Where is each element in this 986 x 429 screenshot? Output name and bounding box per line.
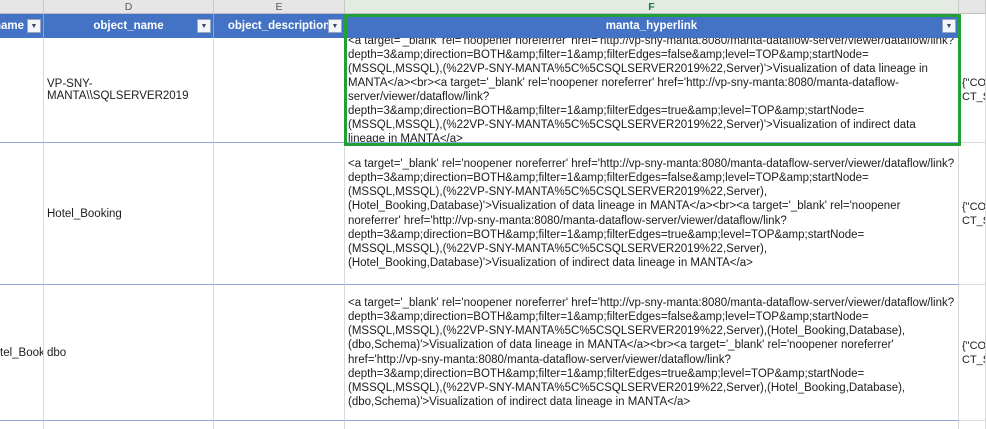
cell-c4[interactable]: tel_Book: [0, 285, 44, 421]
table-row-partial: [0, 421, 986, 429]
column-letter-g[interactable]: [959, 0, 986, 14]
cell-c3[interactable]: [0, 143, 44, 285]
column-letter-c[interactable]: [0, 0, 44, 14]
cell-f2-manta-hyperlink[interactable]: <a target='_blank' rel='noopener norefer…: [345, 38, 959, 143]
filter-dropdown-icon[interactable]: ▼: [27, 19, 41, 33]
filter-dropdown-icon[interactable]: ▼: [328, 19, 342, 33]
cell-f3-manta-hyperlink[interactable]: <a target='_blank' rel='noopener norefer…: [345, 143, 959, 285]
cell-c5[interactable]: [0, 421, 44, 429]
header-cell-object-name[interactable]: object_name ▼: [44, 14, 214, 38]
cell-g3[interactable]: {"CON CT_SC: [959, 143, 986, 285]
cell-e2-object-description[interactable]: [214, 38, 345, 143]
header-cell-g[interactable]: [959, 14, 986, 38]
table-row: Hotel_Booking <a target='_blank' rel='no…: [0, 143, 986, 285]
cell-f5[interactable]: [345, 421, 959, 429]
header-cell-manta-hyperlink[interactable]: manta_hyperlink ▼: [345, 14, 959, 38]
cell-d5[interactable]: [44, 421, 214, 429]
column-letter-f[interactable]: F: [345, 0, 959, 14]
table-header-row: name ▼ object_name ▼ object_description …: [0, 14, 986, 38]
cell-text: {"CON CT_SC: [962, 76, 986, 104]
header-label-manta-hyperlink: manta_hyperlink: [606, 20, 697, 32]
cell-c2[interactable]: [0, 38, 44, 143]
filter-dropdown-icon[interactable]: ▼: [197, 19, 211, 33]
header-label-object-description: object_description: [228, 20, 330, 32]
cell-g5[interactable]: [959, 421, 986, 429]
table-row: tel_Book dbo <a target='_blank' rel='noo…: [0, 285, 986, 421]
cell-f4-manta-hyperlink[interactable]: <a target='_blank' rel='noopener norefer…: [345, 285, 959, 421]
cell-e4-object-description[interactable]: [214, 285, 345, 421]
cell-d2-object-name[interactable]: VP-SNY-MANTA\\SQLSERVER2019: [44, 38, 214, 143]
cell-e5[interactable]: [214, 421, 345, 429]
cell-g2[interactable]: {"CON CT_SC: [959, 38, 986, 143]
header-label-object-name: object_name: [93, 20, 163, 32]
cell-d4-object-name[interactable]: dbo: [44, 285, 214, 421]
cell-text: <a target='_blank' rel='noopener norefer…: [348, 38, 955, 143]
table-row: VP-SNY-MANTA\\SQLSERVER2019 <a target='_…: [0, 38, 986, 143]
spreadsheet: D E F name ▼ object_name ▼ object_descri…: [0, 0, 986, 429]
column-letter-d[interactable]: D: [44, 0, 214, 14]
column-letter-e[interactable]: E: [214, 0, 345, 14]
cell-text: <a target='_blank' rel='noopener norefer…: [348, 296, 955, 409]
cell-text: {"CON CT_SC: [962, 339, 986, 367]
header-cell-name[interactable]: name ▼: [0, 14, 44, 38]
cell-d3-object-name[interactable]: Hotel_Booking: [44, 143, 214, 285]
header-label-name: name: [0, 20, 24, 32]
header-cell-object-description[interactable]: object_description ▼: [214, 14, 345, 38]
filter-dropdown-icon[interactable]: ▼: [942, 19, 956, 33]
cell-text: <a target='_blank' rel='noopener norefer…: [348, 157, 955, 270]
column-letters-row: D E F: [0, 0, 986, 14]
cell-e3-object-description[interactable]: [214, 143, 345, 285]
cell-g4[interactable]: {"CON CT_SC: [959, 285, 986, 421]
cell-text: {"CON CT_SC: [962, 200, 986, 228]
